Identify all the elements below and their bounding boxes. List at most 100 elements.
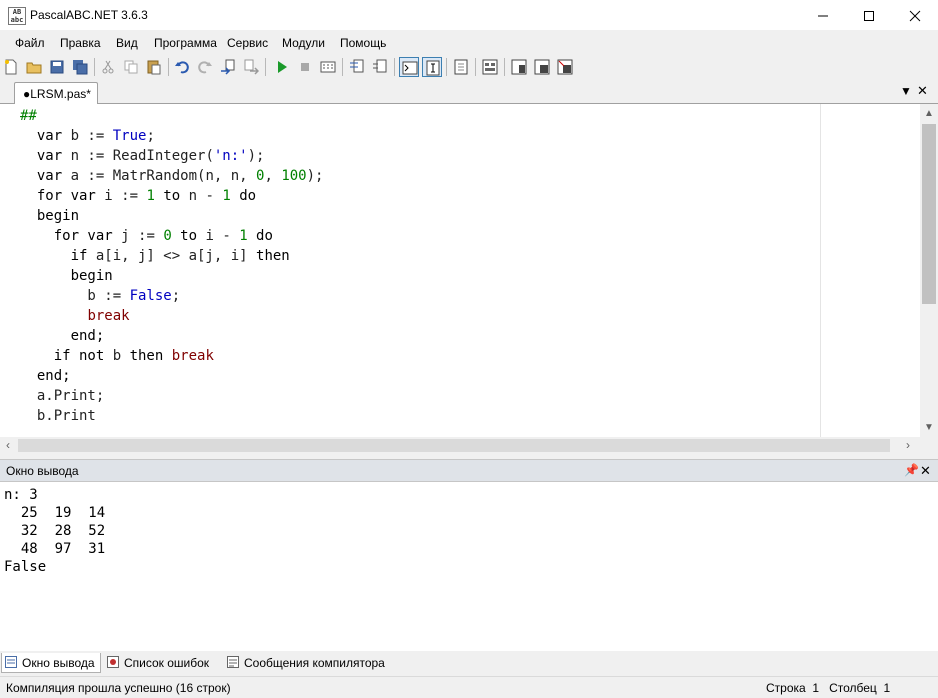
debug2-button[interactable]	[532, 57, 552, 77]
code-token: n -	[188, 188, 223, 204]
scroll-up-icon[interactable]: ▲	[924, 108, 934, 119]
tab-list-dropdown-icon[interactable]: ▼	[900, 84, 912, 98]
code-line[interactable]: ##	[20, 106, 37, 126]
compile-icon	[320, 61, 336, 73]
menu-service[interactable]: Сервис	[227, 36, 268, 50]
new-file-button[interactable]	[1, 57, 21, 77]
menu-file[interactable]: Файл	[15, 36, 45, 50]
pin-icon[interactable]: 📌	[904, 463, 919, 477]
close-tab-icon[interactable]: ✕	[917, 83, 928, 99]
menu-help[interactable]: Помощь	[340, 36, 386, 50]
scroll-down-icon[interactable]: ▼	[924, 422, 934, 433]
window-button[interactable]	[451, 57, 471, 77]
code-line[interactable]: b.Print	[20, 406, 96, 426]
code-token: 1	[222, 188, 231, 204]
code-line[interactable]: for var i := 1 to n - 1 do	[20, 186, 256, 206]
code-line[interactable]: begin	[20, 266, 113, 286]
console-toggle-button[interactable]	[399, 57, 419, 77]
editor-gutter	[0, 104, 18, 437]
tab-compiler-messages[interactable]: Сообщения компилятора	[224, 653, 400, 673]
code-line[interactable]: b := False;	[20, 286, 180, 306]
toolbar-separator	[342, 58, 343, 76]
code-token: then	[129, 348, 172, 364]
minimize-button[interactable]	[800, 0, 846, 30]
close-button[interactable]	[892, 0, 938, 30]
code-token: n := ReadInteger(	[70, 148, 214, 164]
step-in-button[interactable]	[218, 57, 238, 77]
text-toggle-button[interactable]	[422, 57, 442, 77]
window-icon	[454, 59, 468, 75]
code-token: end;	[20, 328, 105, 344]
row-value: 1	[812, 681, 820, 695]
app-icon: AB abc	[8, 7, 26, 25]
redo-button[interactable]	[195, 57, 215, 77]
open-button[interactable]	[24, 57, 44, 77]
comment-button[interactable]	[347, 57, 367, 77]
code-line[interactable]: var n := ReadInteger('n:');	[20, 146, 265, 166]
debug1-button[interactable]	[509, 57, 529, 77]
uncomment-button[interactable]	[370, 57, 390, 77]
copy-button[interactable]	[121, 57, 141, 77]
code-editor[interactable]: ## var b := True; var n := ReadInteger('…	[0, 104, 938, 454]
code-line[interactable]: for var j := 0 to i - 1 do	[20, 226, 273, 246]
console-icon	[402, 61, 418, 75]
paste-icon	[147, 60, 161, 75]
close-panel-icon[interactable]: ✕	[920, 463, 931, 479]
code-token: for var	[20, 188, 105, 204]
code-line[interactable]: end;	[20, 326, 105, 346]
code-token: to	[171, 228, 206, 244]
save-button[interactable]	[47, 57, 67, 77]
code-line[interactable]: var a := MatrRandom(n, n, 0, 100);	[20, 166, 324, 186]
toolbar-separator	[504, 58, 505, 76]
output-panel-title: Окно вывода	[6, 464, 79, 478]
code-line[interactable]: end;	[20, 366, 71, 386]
code-line[interactable]: a.Print;	[20, 386, 104, 406]
vertical-scroll-thumb[interactable]	[922, 124, 936, 304]
horizontal-scroll-thumb[interactable]	[18, 439, 890, 452]
code-token: ;	[146, 128, 155, 144]
output-window[interactable]: n: 3 25 19 14 32 28 52 48 97 31 False	[0, 481, 938, 651]
code-line[interactable]: if a[i, j] <> a[j, i] then	[20, 246, 290, 266]
compile-button[interactable]	[318, 57, 338, 77]
step-out-icon	[244, 59, 259, 75]
code-line[interactable]: break	[20, 306, 130, 326]
tab-output-window[interactable]: Окно вывода	[1, 653, 101, 673]
window-title: PascalABC.NET 3.6.3	[30, 8, 148, 22]
document-tab[interactable]: ●LRSM.pas*	[14, 82, 98, 104]
form-button[interactable]	[480, 57, 500, 77]
save-all-button[interactable]	[70, 57, 90, 77]
menu-program[interactable]: Программа	[154, 36, 217, 50]
stop-button[interactable]	[295, 57, 315, 77]
scroll-left-icon[interactable]: ‹	[6, 438, 10, 452]
cut-icon	[102, 60, 114, 74]
menu-edit[interactable]: Правка	[60, 36, 101, 50]
code-token: a.Print;	[20, 388, 105, 404]
run-icon	[278, 61, 287, 73]
code-token: ##	[20, 108, 37, 124]
run-button[interactable]	[272, 57, 292, 77]
title-bar: AB abc PascalABC.NET 3.6.3	[0, 0, 938, 30]
undo-button[interactable]	[172, 57, 192, 77]
close-icon	[909, 10, 921, 22]
status-bar: Компиляция прошла успешно (16 строк) Стр…	[0, 676, 938, 698]
code-line[interactable]: if not b then break	[20, 346, 214, 366]
tab-error-list[interactable]: Список ошибок	[104, 653, 222, 673]
maximize-button[interactable]	[846, 0, 892, 30]
menu-modules[interactable]: Модули	[282, 36, 325, 50]
debug3-button[interactable]	[555, 57, 575, 77]
code-token: break	[87, 308, 130, 324]
vertical-scrollbar[interactable]: ▲ ▼	[920, 104, 938, 437]
code-token: j :=	[121, 228, 164, 244]
code-line[interactable]: begin	[20, 206, 79, 226]
menu-bar: Файл Правка Вид Программа Сервис Модули …	[0, 30, 938, 54]
horizontal-scrollbar[interactable]: ‹ ›	[0, 437, 938, 454]
menu-view[interactable]: Вид	[116, 36, 138, 50]
code-line[interactable]: var b := True;	[20, 126, 155, 146]
toolbar-separator	[168, 58, 169, 76]
column-value: 1	[883, 681, 891, 695]
paste-button[interactable]	[144, 57, 164, 77]
step-out-button[interactable]	[241, 57, 261, 77]
scroll-right-icon[interactable]: ›	[906, 438, 910, 452]
code-token: ,	[264, 168, 282, 184]
cut-button[interactable]	[98, 57, 118, 77]
